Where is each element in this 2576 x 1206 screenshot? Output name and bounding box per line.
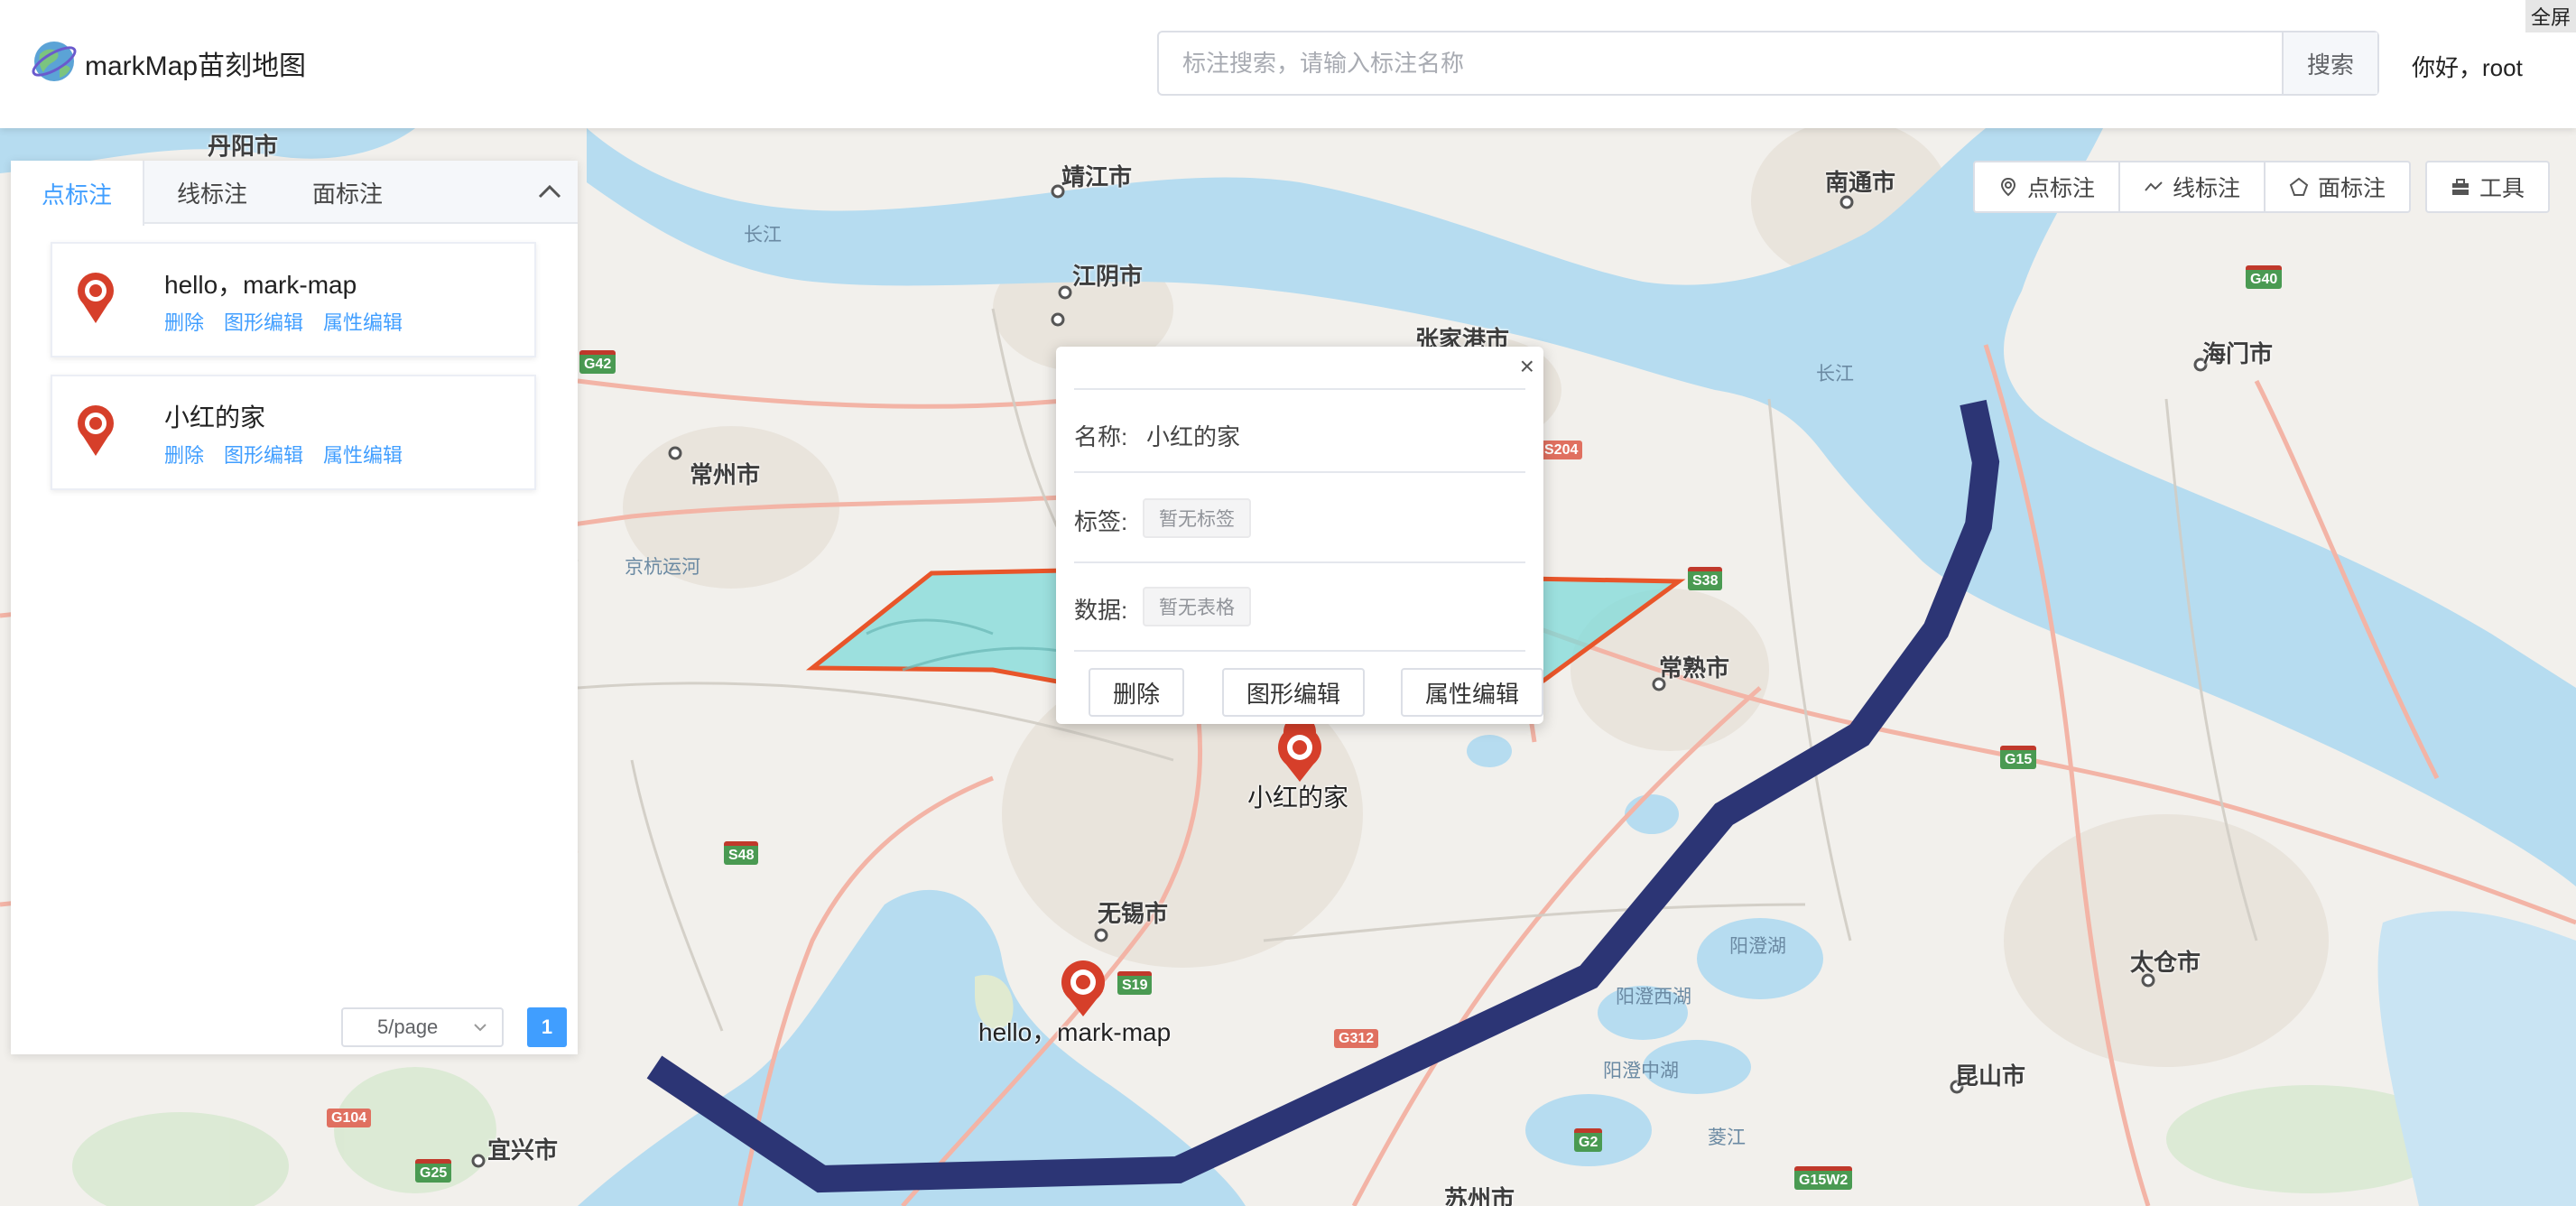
annotation-panel: 点标注 线标注 面标注 hello，mark-map 删除 图形编辑 属性编辑 小红… xyxy=(11,161,578,1054)
name-label: 名称: xyxy=(1074,423,1128,450)
road-shield: S48 xyxy=(724,841,759,865)
marker-label-hello[interactable]: hello，mark-map xyxy=(978,1013,1171,1049)
data-label: 数据: xyxy=(1074,597,1128,624)
tags-empty-tag: 暂无标签 xyxy=(1143,498,1251,538)
water-label: 阳澄中湖 xyxy=(1603,1061,1679,1081)
city-label: 海门市 xyxy=(2202,340,2274,367)
toolbox-icon xyxy=(2452,179,2469,195)
item-title: hello，mark-map xyxy=(164,271,357,299)
attr-edit-link[interactable]: 属性编辑 xyxy=(323,311,403,334)
popup-delete-button[interactable]: 删除 xyxy=(1089,668,1184,717)
city-label: 苏州市 xyxy=(1444,1185,1515,1206)
add-area-label: 面标注 xyxy=(2318,176,2386,201)
attr-edit-link[interactable]: 属性编辑 xyxy=(323,444,403,467)
water-label: 阳澄西湖 xyxy=(1616,987,1691,1007)
road-shield: G15W2 xyxy=(1794,1166,1853,1190)
road-shield: G2 xyxy=(1574,1128,1603,1152)
close-icon[interactable]: × xyxy=(1520,352,1534,381)
city-label: 宜兴市 xyxy=(487,1136,559,1164)
delete-link[interactable]: 删除 xyxy=(164,444,204,467)
add-area-button[interactable]: 面标注 xyxy=(2264,161,2412,213)
fullscreen-button[interactable]: 全屏 xyxy=(2525,0,2576,32)
app-header: markMap苗刻地图 搜索 你好，root 全屏 xyxy=(0,0,2576,128)
road-shield: G40 xyxy=(2246,265,2283,289)
add-point-button[interactable]: 点标注 xyxy=(1973,161,2121,213)
tools-label: 工具 xyxy=(2479,176,2525,201)
water-label: 长江 xyxy=(744,225,782,246)
chevron-up-icon[interactable] xyxy=(534,177,565,208)
city-label: 南通市 xyxy=(1825,169,1896,196)
city-label: 昆山市 xyxy=(1955,1062,2026,1090)
water-label: 菱江 xyxy=(1708,1127,1746,1148)
popup-shape-edit-button[interactable]: 图形编辑 xyxy=(1222,668,1365,717)
map-toolbar: 点标注 线标注 面标注 工具 xyxy=(1973,161,2551,213)
app-title: markMap苗刻地图 xyxy=(85,51,307,81)
location-pin-icon xyxy=(78,405,114,456)
globe-logo-icon xyxy=(32,42,77,81)
pentagon-icon xyxy=(2289,177,2309,196)
name-value: 小红的家 xyxy=(1146,423,1241,450)
divider xyxy=(1074,561,1525,563)
location-pin-icon xyxy=(2000,177,2016,197)
tab-area[interactable]: 面标注 xyxy=(280,161,415,224)
city-label: 丹阳市 xyxy=(208,133,279,160)
road-shield: G15 xyxy=(2000,746,2037,769)
road-shield: G104 xyxy=(327,1109,372,1127)
city-label: 江阴市 xyxy=(1072,263,1144,290)
polyline-icon xyxy=(2145,181,2163,191)
city-label: 常州市 xyxy=(690,461,761,488)
add-line-label: 线标注 xyxy=(2173,176,2241,201)
shape-edit-link[interactable]: 图形编辑 xyxy=(224,311,303,334)
divider xyxy=(1074,650,1525,652)
city-label: 太仓市 xyxy=(2130,949,2201,976)
road-shield: S204 xyxy=(1540,441,1583,459)
annotation-tabs: 点标注 线标注 面标注 xyxy=(11,161,578,226)
divider xyxy=(1074,471,1525,473)
page-size-value: 5/page xyxy=(377,1016,439,1038)
water-label: 京杭运河 xyxy=(625,557,700,578)
tags-label: 标签: xyxy=(1074,508,1128,535)
shape-edit-link[interactable]: 图形编辑 xyxy=(224,444,303,467)
city-label: 无锡市 xyxy=(1098,900,1169,927)
road-shield: S19 xyxy=(1117,971,1153,995)
delete-link[interactable]: 删除 xyxy=(164,311,204,334)
user-greeting[interactable]: 你好，root xyxy=(2412,50,2523,83)
search-input[interactable] xyxy=(1159,32,2282,94)
road-shield: S38 xyxy=(1688,567,1723,590)
marker-label-xiaohong[interactable]: 小红的家 xyxy=(1247,778,1348,814)
water-label: 长江 xyxy=(1816,364,1854,385)
add-point-label: 点标注 xyxy=(2027,176,2096,201)
list-item[interactable]: hello，mark-map 删除 图形编辑 属性编辑 xyxy=(51,242,536,357)
road-shield: G25 xyxy=(415,1159,452,1183)
page-size-select[interactable]: 5/page xyxy=(341,1007,504,1047)
page-number-button[interactable]: 1 xyxy=(527,1007,567,1047)
search-box: 搜索 xyxy=(1157,31,2379,96)
add-line-button[interactable]: 线标注 xyxy=(2118,161,2266,213)
divider xyxy=(1074,388,1525,390)
search-button[interactable]: 搜索 xyxy=(2282,32,2377,94)
chevron-down-icon xyxy=(474,1024,486,1032)
item-actions: 删除 图形编辑 属性编辑 xyxy=(164,307,422,336)
water-label: 阳澄湖 xyxy=(1729,936,1786,957)
road-shield: G312 xyxy=(1334,1029,1379,1048)
city-label: 靖江市 xyxy=(1061,163,1133,190)
tab-line[interactable]: 线标注 xyxy=(144,161,280,224)
marker-info-popup: × 名称: 小红的家 标签: 暂无标签 数据: 暂无表格 删除 图形编辑 属性编… xyxy=(1056,347,1543,724)
tools-button[interactable]: 工具 xyxy=(2425,161,2551,213)
tab-point[interactable]: 点标注 xyxy=(11,161,144,226)
city-label: 常熟市 xyxy=(1659,654,1730,682)
item-actions: 删除 图形编辑 属性编辑 xyxy=(164,440,422,468)
list-item[interactable]: 小红的家 删除 图形编辑 属性编辑 xyxy=(51,375,536,490)
data-empty-tag: 暂无表格 xyxy=(1143,587,1251,626)
popup-attr-edit-button[interactable]: 属性编辑 xyxy=(1401,668,1543,717)
item-title: 小红的家 xyxy=(164,404,266,431)
location-pin-icon xyxy=(78,273,114,323)
road-shield: G42 xyxy=(579,350,616,374)
